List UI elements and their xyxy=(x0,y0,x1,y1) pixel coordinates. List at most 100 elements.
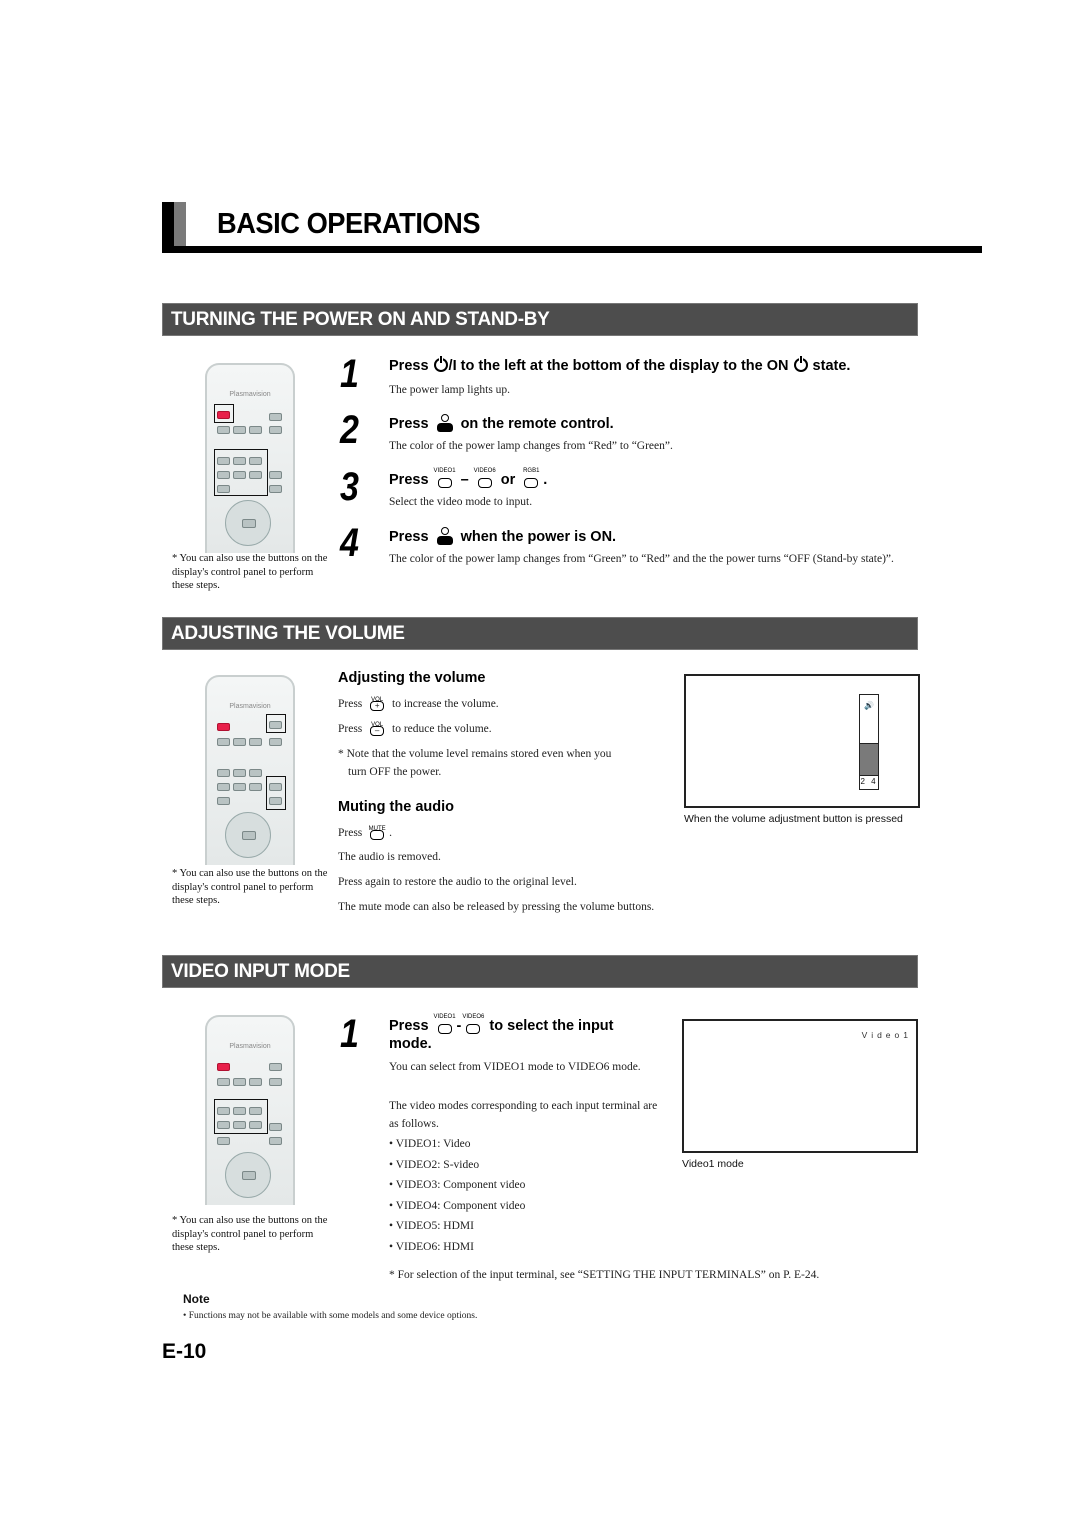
step-body: You can select from VIDEO1 mode to VIDEO… xyxy=(389,1061,641,1073)
press-text: Press xyxy=(338,698,363,710)
remote-rgb1-button xyxy=(217,485,230,493)
mute-press-line: Press MUTE. xyxy=(338,823,392,842)
step-body: The color of the power lamp changes from… xyxy=(389,553,894,565)
video-mode-item: VIDEO3: Component video xyxy=(389,1175,526,1196)
vol-plus-button-icon: VOL + xyxy=(370,697,385,711)
remote-mode-button xyxy=(233,426,246,434)
step-heading-text: /I to the left at the bottom of the disp… xyxy=(448,358,789,374)
volume-osd-screen: 🔊 2 4 xyxy=(684,674,920,808)
video-osd-caption: Video1 mode xyxy=(682,1158,744,1170)
mute-button-icon: MUTE xyxy=(368,823,386,841)
step-heading-text: when the power is ON. xyxy=(460,529,617,545)
remote-mute-button xyxy=(269,413,282,421)
page-title: BASIC OPERATIONS xyxy=(217,208,481,240)
page-number: E-10 xyxy=(162,1340,207,1363)
remote-video1-button xyxy=(217,769,230,777)
note-body: • Functions may not be available with so… xyxy=(183,1311,478,1321)
video6-button-icon: VIDEO6 xyxy=(474,468,496,489)
remote-dpad xyxy=(225,812,271,858)
step-heading-line2: mode. xyxy=(389,1036,432,1052)
title-rule xyxy=(162,246,982,253)
video6-button-icon: VIDEO6 xyxy=(462,1014,484,1035)
remote-video6-button xyxy=(249,1121,262,1129)
remote-brand: Plasmavision xyxy=(229,703,271,710)
section-header-video-input: VIDEO INPUT MODE xyxy=(162,955,918,988)
step-heading: Press VIDEO1- VIDEO6 to select the input xyxy=(389,1014,614,1035)
remote-power-icon xyxy=(436,414,453,432)
step-body: The power lamp lights up. xyxy=(389,384,511,396)
mute-release-text: The mute mode can also be released by pr… xyxy=(338,901,655,913)
remote-wide-button xyxy=(269,426,282,434)
video-mode-list: VIDEO1: Video VIDEO2: S-video VIDEO3: Co… xyxy=(389,1134,526,1257)
adjust-volume-heading: Adjusting the volume xyxy=(338,670,486,686)
video1-button-icon: VIDEO1 xyxy=(434,1014,456,1035)
volume-note-line2: turn OFF the power. xyxy=(348,766,442,778)
increase-text: to increase the volume. xyxy=(392,698,499,710)
volume-level-fill xyxy=(860,743,878,775)
step-heading-text: Press xyxy=(389,472,429,488)
step-body: The color of the power lamp changes from… xyxy=(389,440,673,452)
remote-power-button xyxy=(217,411,230,419)
volume-meter: 🔊 2 4 xyxy=(859,694,879,790)
title-accent-gray xyxy=(174,202,186,246)
remote-note-volume: * You can also use the buttons on the di… xyxy=(172,868,328,906)
step-heading-text: state. xyxy=(812,358,851,374)
remote-video1-button xyxy=(217,1107,230,1115)
remote-video3-button xyxy=(249,769,262,777)
remote-enter-button xyxy=(242,1171,256,1180)
step-heading-text: or xyxy=(500,472,516,488)
step-heading-text: Press xyxy=(389,1018,429,1034)
note-heading: Note xyxy=(183,1292,210,1306)
remote-display-button xyxy=(217,1078,230,1086)
volume-level-number: 2 4 xyxy=(860,775,878,789)
remote-illustration-power: Plasmavision xyxy=(205,363,295,553)
step-heading: Press /I to the left at the bottom of th… xyxy=(389,356,851,374)
remote-brand: Plasmavision xyxy=(229,391,271,398)
remote-note-video: * You can also use the buttons on the di… xyxy=(172,1215,328,1253)
step-body: Select the video mode to input. xyxy=(389,496,533,508)
step-number: 1 xyxy=(340,1012,359,1056)
remote-power-button xyxy=(217,723,230,731)
remote-display-button xyxy=(217,426,230,434)
audio-removed-text: The audio is removed. xyxy=(338,851,441,863)
step-heading-text: – xyxy=(460,472,469,488)
remote-mute-button xyxy=(269,1063,282,1071)
remote-video6-button xyxy=(249,471,262,479)
remote-video3-button xyxy=(249,457,262,465)
mute-heading: Muting the audio xyxy=(338,799,454,815)
remote-video4-button xyxy=(217,783,230,791)
title-accent-black xyxy=(162,202,174,252)
osd-input-label: Video1 xyxy=(861,1030,912,1040)
remote-dpad xyxy=(225,1152,271,1198)
section-header-volume: ADJUSTING THE VOLUME xyxy=(162,617,918,650)
increase-volume-line: Press VOL + to increase the volume. xyxy=(338,694,499,713)
remote-video6-button xyxy=(249,783,262,791)
step-heading: Press when the power is ON. xyxy=(389,527,616,545)
audio-restore-text: Press again to restore the audio to the … xyxy=(338,876,577,888)
video-mode-item: VIDEO1: Video xyxy=(389,1134,525,1155)
remote-mute-button xyxy=(269,721,282,729)
volume-osd-caption: When the volume adjustment button is pre… xyxy=(684,813,903,825)
remote-video2-button xyxy=(233,1107,246,1115)
remote-dpad xyxy=(225,500,271,546)
remote-wide-button xyxy=(269,1078,282,1086)
video-mode-item: VIDEO4: Component video xyxy=(389,1196,526,1217)
remote-rgb1-button xyxy=(217,1137,230,1145)
remote-vol-down-button xyxy=(269,797,282,805)
remote-memory-button xyxy=(249,426,262,434)
remote-video5-button xyxy=(233,783,246,791)
step-heading-text: on the remote control. xyxy=(460,416,614,432)
step-number: 4 xyxy=(340,521,359,565)
remote-illustration-volume: Plasmavision xyxy=(205,675,295,865)
remote-enter-button xyxy=(242,831,256,840)
remote-video2-button xyxy=(233,769,246,777)
step-heading-text: Press xyxy=(389,358,429,374)
remote-rgb1-button xyxy=(217,797,230,805)
remote-mode-button xyxy=(233,1078,246,1086)
step-heading-text: - xyxy=(456,1018,462,1034)
rgb1-button-icon: RGB1 xyxy=(522,468,540,489)
press-text: Press xyxy=(338,723,363,735)
remote-video5-button xyxy=(233,1121,246,1129)
power-switch-icon xyxy=(433,356,448,372)
section-header-power: TURNING THE POWER ON AND STAND-BY xyxy=(162,303,918,336)
